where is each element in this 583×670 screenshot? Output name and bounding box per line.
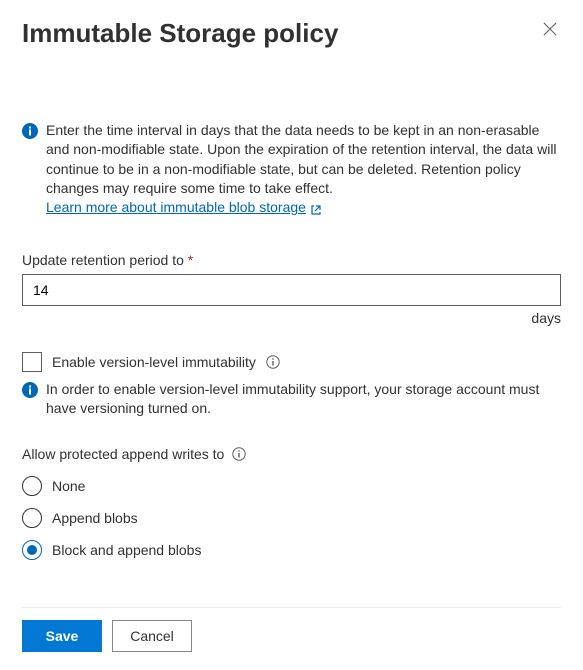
required-indicator: * [188,252,193,268]
info-icon [22,382,38,398]
close-icon [543,23,557,39]
page-title: Immutable Storage policy [22,18,338,49]
version-immutability-label: Enable version-level immutability [52,354,256,370]
retention-unit: days [22,310,561,326]
info-text: Enter the time interval in days that the… [46,122,557,196]
close-button[interactable] [539,18,561,43]
radio-none[interactable] [22,476,42,496]
radio-append-label: Append blobs [52,510,138,526]
radio-block-append-label: Block and append blobs [52,542,201,558]
version-immutability-info: In order to enable version-level immutab… [46,380,561,419]
learn-more-link[interactable]: Learn more about immutable blob storage [46,198,322,217]
radio-append[interactable] [22,508,42,528]
version-immutability-checkbox[interactable] [22,352,42,372]
info-icon[interactable] [232,447,246,461]
save-button[interactable]: Save [22,620,102,652]
retention-input[interactable] [22,274,561,306]
info-icon [22,123,38,139]
external-link-icon [310,202,322,214]
learn-more-text: Learn more about immutable blob storage [46,198,306,217]
info-text-block: Enter the time interval in days that the… [46,121,561,218]
retention-label: Update retention period to * [22,252,561,268]
append-writes-label: Allow protected append writes to [22,446,224,462]
radio-none-label: None [52,478,85,494]
info-icon[interactable] [266,355,280,369]
radio-block-append[interactable] [22,540,42,560]
cancel-button[interactable]: Cancel [112,620,192,652]
